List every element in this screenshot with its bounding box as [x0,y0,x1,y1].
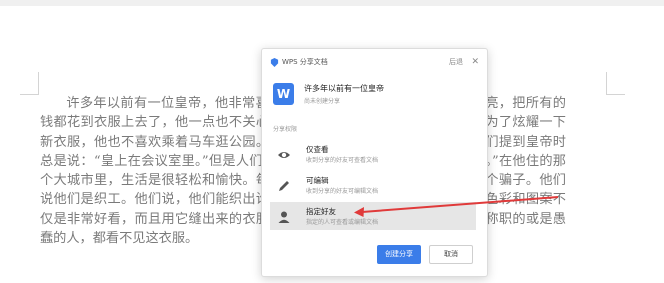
share-dialog: WPS 分享文档 后退 ✕ W 许多年以前有一位皇帝 尚未创建分享 分享权限 仅… [261,48,488,277]
cancel-button[interactable]: 取消 [429,245,473,264]
permission-section-label: 分享权限 [273,126,298,133]
permission-title: 仅查看 [306,145,329,154]
permission-can-edit[interactable]: 可编辑 收到分享的好友可编辑文档 [270,171,476,199]
dialog-title: WPS 分享文档 [282,58,328,66]
wps-document-icon: W [273,83,294,105]
file-name: 许多年以前有一位皇帝 [304,84,384,93]
permission-view-only[interactable]: 仅查看 收到分享的好友可查看文档 [270,140,476,168]
wps-logo-icon [270,58,279,67]
close-icon[interactable]: ✕ [471,56,479,68]
permission-description: 指定的人可查看或编辑文档 [306,219,379,226]
eye-icon [278,152,290,158]
share-status: 尚未创建分享 [304,98,341,105]
permission-specified-friends[interactable]: 指定好友 指定的人可查看或编辑文档 [270,202,476,230]
permission-title: 可编辑 [306,176,329,185]
back-button[interactable]: 后退 [449,57,463,68]
pencil-icon [279,181,289,191]
create-share-button[interactable]: 创建分享 [377,245,421,264]
shared-file-info: W 许多年以前有一位皇帝 尚未创建分享 [273,81,473,109]
permission-description: 收到分享的好友可编辑文档 [306,188,379,195]
person-icon [278,211,290,223]
dialog-header: WPS 分享文档 后退 ✕ [270,57,479,69]
permission-title: 指定好友 [306,207,336,216]
permission-description: 收到分享的好友可查看文档 [306,157,379,164]
